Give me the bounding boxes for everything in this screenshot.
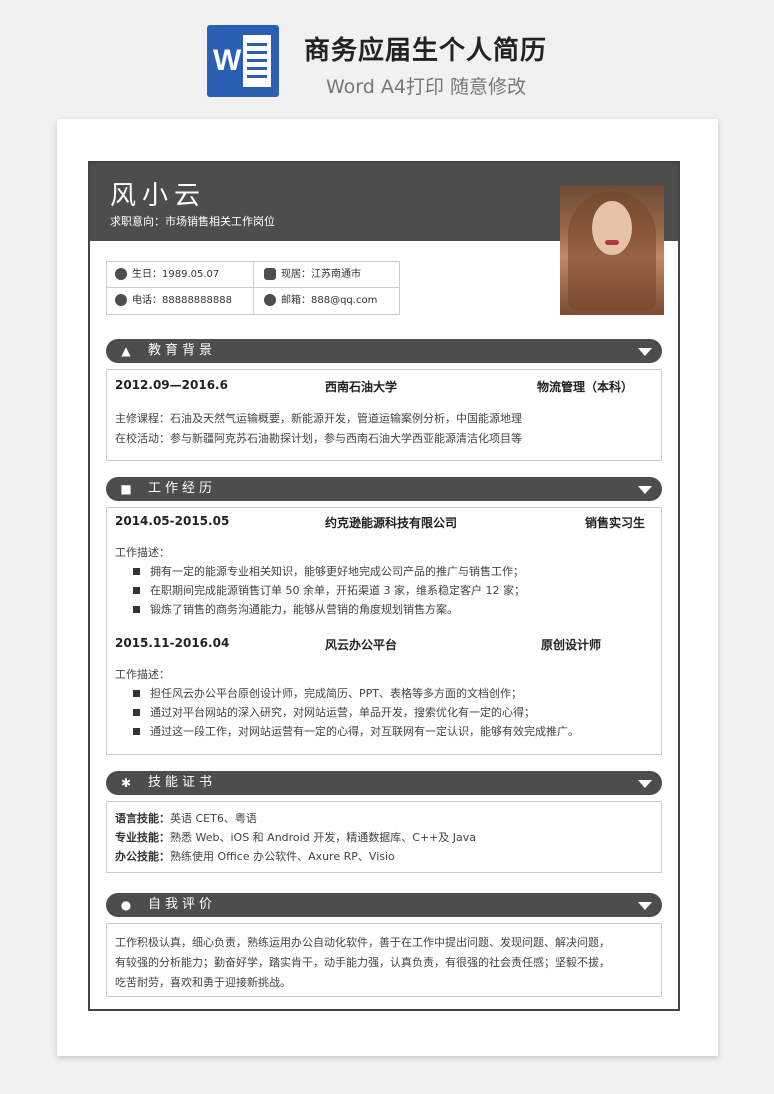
person-icon: ●: [120, 898, 132, 912]
list-item: 通过这一段工作，对网站运营有一定的心得，对互联网有一定认识，能够有效完成推广。: [133, 723, 579, 739]
email-icon: [264, 294, 276, 306]
word-document-icon: W: [207, 25, 279, 97]
professional-skills: 专业技能：熟悉 Web、iOS 和 Android 开发，精通数据库、C++及 …: [115, 831, 477, 844]
briefcase-icon: ■: [120, 482, 132, 496]
job-period: 2014.05-2015.05: [115, 514, 230, 528]
education-major: 物流管理（本科）: [537, 380, 634, 394]
job-desc-label: 工作描述：: [115, 546, 170, 559]
job-period: 2015.11-2016.04: [115, 636, 230, 650]
user-icon: [115, 268, 127, 280]
contact-info-table: 生日：1989.05.07 现居：江苏南通市 电话：88888888888 邮箱…: [106, 261, 400, 315]
job-intent: 求职意向：市场销售相关工作岗位: [110, 215, 275, 228]
triangle-down-icon[interactable]: [638, 902, 652, 910]
gear-icon: ✱: [120, 776, 132, 790]
education-period: 2012.09—2016.6: [115, 378, 228, 392]
language-skills: 语言技能：英语 CET6、粤语: [115, 812, 257, 825]
work-content: 2014.05-2015.05 约克逊能源科技有限公司 销售实习生 工作描述： …: [106, 507, 662, 755]
job-role: 原创设计师: [541, 638, 602, 652]
job-company: 风云办公平台: [325, 638, 398, 652]
job-role: 销售实习生: [585, 516, 646, 530]
profile-photo: [560, 185, 664, 315]
list-item: 在职期间完成能源销售订单 50 余单，开拓渠道 3 家，维系稳定客户 12 家；: [133, 582, 525, 598]
list-item: 拥有一定的能源专业相关知识，能够更好地完成公司产品的推广与销售工作；: [133, 563, 524, 579]
self-evaluation-line: 吃苦耐劳，喜欢和勇于迎接新挑战。: [115, 976, 291, 989]
list-item: 锻炼了销售的商务沟通能力，能够从营销的角度规划销售方案。: [133, 601, 458, 617]
skills-content: 语言技能：英语 CET6、粤语 专业技能：熟悉 Web、iOS 和 Androi…: [106, 801, 662, 873]
education-activities: 在校活动：参与新疆阿克苏石油勘探计划，参与西南石油大学西亚能源清洁化项目等: [115, 432, 522, 445]
resume-page: 风小云 求职意向：市场销售相关工作岗位 生日：1989.05.07 现居：江苏南…: [57, 119, 718, 1056]
phone-icon: [115, 294, 127, 306]
phone-device-icon: [264, 268, 276, 280]
resume-frame: 风小云 求职意向：市场销售相关工作岗位 生日：1989.05.07 现居：江苏南…: [88, 161, 680, 1011]
email-cell: 邮箱：888@qq.com: [253, 288, 399, 314]
section-header-work[interactable]: ■ 工作经历: [106, 477, 662, 501]
education-content: 2012.09—2016.6 西南石油大学 物流管理（本科） 主修课程：石油及天…: [106, 369, 662, 461]
template-banner: W 商务应届生个人简历 Word A4打印 随意修改: [0, 0, 774, 112]
section-header-self-evaluation[interactable]: ● 自我评价: [106, 893, 662, 917]
self-evaluation-content: 工作积极认真，细心负责，熟练运用办公自动化软件，善于在工作中提出问题、发现问题、…: [106, 923, 662, 997]
section-header-skills[interactable]: ✱ 技能证书: [106, 771, 662, 795]
banner-subtitle: Word A4打印 随意修改: [326, 76, 527, 98]
birthday-cell: 生日：1989.05.07: [115, 262, 243, 288]
triangle-down-icon[interactable]: [638, 348, 652, 356]
banner-title: 商务应届生个人简历: [304, 36, 548, 66]
residence-cell: 现居：江苏南通市: [253, 262, 399, 288]
job-desc-label: 工作描述：: [115, 668, 170, 681]
job-company: 约克逊能源科技有限公司: [325, 516, 458, 530]
education-school: 西南石油大学: [325, 380, 398, 394]
self-evaluation-line: 工作积极认真，细心负责，熟练运用办公自动化软件，善于在工作中提出问题、发现问题、…: [115, 936, 610, 949]
triangle-down-icon[interactable]: [638, 780, 652, 788]
word-letter: W: [213, 44, 242, 77]
candidate-name: 风小云: [110, 181, 207, 211]
list-item: 担任风云办公平台原创设计师，完成简历、PPT、表格等多方面的文档创作；: [133, 685, 522, 701]
list-item: 通过对平台网站的深入研究，对网站运营，单品开发，搜索优化有一定的心得；: [133, 704, 535, 720]
triangle-down-icon[interactable]: [638, 486, 652, 494]
office-skills: 办公技能：熟练使用 Office 办公软件、Axure RP、Visio: [115, 850, 395, 863]
phone-cell: 电话：88888888888: [115, 288, 243, 314]
education-courses: 主修课程：石油及天然气运输概要，新能源开发，管道运输案例分析，中国能源地理: [115, 412, 522, 425]
self-evaluation-line: 有较强的分析能力；勤奋好学，踏实肯干，动手能力强，认真负责，有很强的社会责任感；…: [115, 956, 610, 969]
section-header-education[interactable]: ▲ 教育背景: [106, 339, 662, 363]
graduation-cap-icon: ▲: [121, 344, 131, 358]
